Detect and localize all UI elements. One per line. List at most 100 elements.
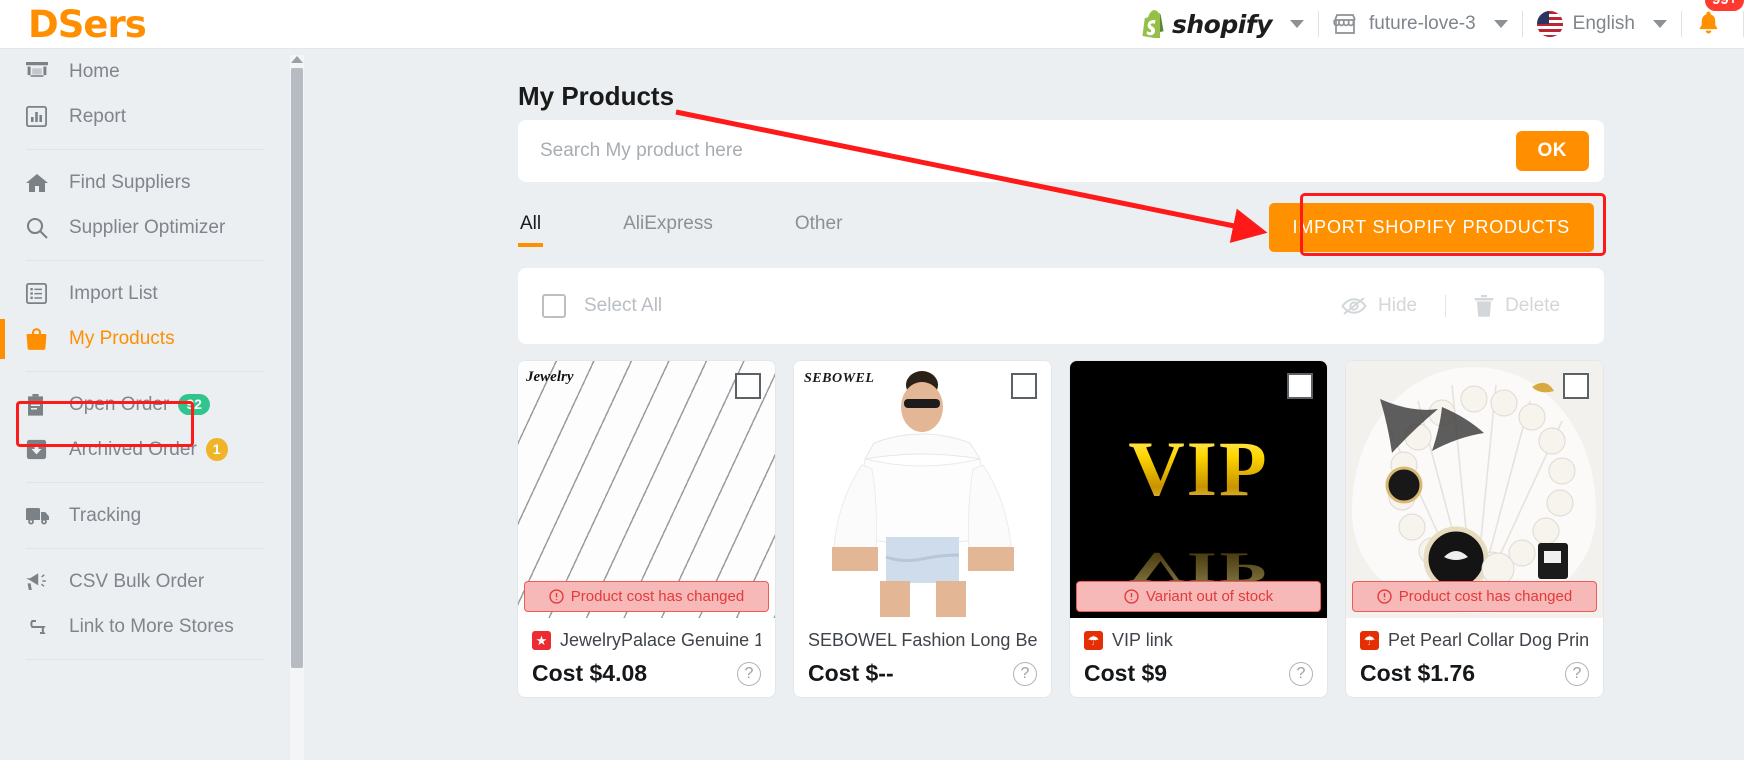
sidebar-item-link-to-more-stores[interactable]: Link to More Stores xyxy=(0,604,290,649)
product-title-row: ★ JewelryPalace Genuine 1 xyxy=(532,630,761,651)
sidebar-group-1: Home Report xyxy=(0,49,290,139)
top-bar: DSers shopify future-love-3 English xyxy=(0,0,1744,49)
delete-button[interactable]: Delete xyxy=(1474,295,1560,317)
eye-off-icon xyxy=(1341,296,1367,316)
help-icon[interactable]: ? xyxy=(1565,661,1589,686)
sidebar-item-label: Open Order xyxy=(69,393,170,415)
open-order-badge: 92 xyxy=(178,393,210,416)
select-all-checkbox[interactable] xyxy=(542,294,566,318)
truck-icon xyxy=(26,507,60,525)
product-artwork-vip: VIP VIP xyxy=(1070,361,1327,618)
hide-button[interactable]: Hide xyxy=(1341,295,1417,317)
language-selector[interactable]: English xyxy=(1523,9,1681,39)
us-flag-icon xyxy=(1536,11,1563,37)
chevron-down-icon[interactable] xyxy=(1493,20,1508,28)
search-input[interactable] xyxy=(540,120,1516,182)
product-card[interactable]: VIP VIP Variant out of stock ☂ VIP link … xyxy=(1070,361,1327,697)
product-cost-row: Cost $1.76 ? xyxy=(1360,660,1589,687)
product-checkbox[interactable] xyxy=(1563,373,1589,399)
product-title: JewelryPalace Genuine 1 xyxy=(560,630,761,650)
image-watermark: VIP xyxy=(1128,424,1269,512)
select-all-label: Select All xyxy=(584,295,663,316)
sidebar-item-tracking[interactable]: Tracking xyxy=(0,493,290,538)
product-info: SEBOWEL Fashion Long Bel Cost $-- ? xyxy=(794,618,1051,697)
sidebar-item-report[interactable]: Report xyxy=(0,94,290,139)
sidebar-item-my-products[interactable]: My Products xyxy=(0,316,290,361)
megaphone-icon xyxy=(26,572,60,591)
product-title: VIP link xyxy=(1112,630,1173,650)
product-alert-text: Variant out of stock xyxy=(1145,588,1274,605)
product-image[interactable]: Jewelry Product cost has changed xyxy=(518,361,775,618)
sidebar-item-import-list[interactable]: Import List xyxy=(0,271,290,316)
sidebar-item-csv-bulk-order[interactable]: CSV Bulk Order xyxy=(0,559,290,604)
product-info: ★ JewelryPalace Genuine 1 Cost $4.08 ? xyxy=(518,618,775,697)
sidebar-item-label: Import List xyxy=(69,282,158,304)
product-image[interactable]: VIP VIP Variant out of stock xyxy=(1070,361,1327,618)
sidebar-item-supplier-optimizer[interactable]: Supplier Optimizer xyxy=(0,205,290,250)
sidebar-item-find-suppliers[interactable]: Find Suppliers xyxy=(0,160,290,205)
image-watermark: SEBOWEL xyxy=(804,371,875,386)
product-artwork-chains xyxy=(518,361,775,618)
search-ok-button[interactable]: OK xyxy=(1515,131,1589,171)
storefront-icon xyxy=(1333,13,1357,35)
dsers-logo[interactable]: DSers xyxy=(28,3,147,46)
sidebar-item-label: My Products xyxy=(69,327,175,349)
scroll-up-arrow-icon[interactable] xyxy=(291,56,303,63)
aliexpress-icon: ☂ xyxy=(1084,631,1103,650)
image-watermark: Jewelry xyxy=(526,369,574,385)
product-cost-row: Cost $4.08 ? xyxy=(532,660,761,687)
bar-chart-icon xyxy=(26,106,60,127)
product-title-row: ☂ VIP link xyxy=(1084,630,1313,651)
product-info: ☂ VIP link Cost $9 ? xyxy=(1070,618,1327,697)
tab-aliexpress[interactable]: AliExpress xyxy=(621,213,715,247)
search-bar: OK xyxy=(518,120,1604,182)
sidebar-group-4: Open Order 92 Archived Order 1 xyxy=(0,382,290,472)
product-card[interactable]: Product cost has changed ☂ Pet Pearl Col… xyxy=(1346,361,1603,697)
product-alert-text: Product cost has changed xyxy=(1398,588,1573,605)
help-icon[interactable]: ? xyxy=(1013,661,1037,686)
product-alert-banner: Product cost has changed xyxy=(524,581,769,612)
sidebar-group-2: Find Suppliers Supplier Optimizer xyxy=(0,160,290,250)
sidebar-divider xyxy=(26,548,264,549)
house-icon xyxy=(26,173,60,193)
chevron-down-icon[interactable] xyxy=(1290,20,1304,28)
warning-icon xyxy=(1124,589,1139,604)
warning-icon xyxy=(1377,589,1392,604)
sidebar-item-label: Report xyxy=(69,105,127,127)
sidebar-item-label: Find Suppliers xyxy=(69,171,191,193)
notifications-button[interactable]: 99+ xyxy=(1682,0,1744,40)
sidebar-divider xyxy=(26,482,264,483)
product-card[interactable]: Jewelry Product cost has changed ★ Jewel… xyxy=(518,361,775,697)
sidebar-item-home[interactable]: Home xyxy=(0,49,290,94)
list-icon xyxy=(26,283,60,304)
store-selector[interactable]: future-love-3 xyxy=(1319,9,1522,39)
product-title-row: SEBOWEL Fashion Long Bel xyxy=(808,630,1037,651)
product-checkbox[interactable] xyxy=(735,373,761,399)
product-checkbox[interactable] xyxy=(1011,373,1037,399)
product-card[interactable]: SEBOWEL SEBOWEL Fashion Long Bel Cost $-… xyxy=(794,361,1051,697)
product-cost: Cost $9 xyxy=(1084,660,1168,686)
sidebar-item-archived-order[interactable]: Archived Order 1 xyxy=(0,427,290,472)
product-checkbox[interactable] xyxy=(1287,373,1313,399)
sidebar-group-3: Import List My Products xyxy=(0,271,290,361)
product-image[interactable]: SEBOWEL xyxy=(794,361,1051,618)
aliexpress-icon: ☂ xyxy=(1360,631,1379,650)
product-title: SEBOWEL Fashion Long Bel xyxy=(808,630,1037,650)
sidebar-item-open-order[interactable]: Open Order 92 xyxy=(0,382,290,427)
platform-selector[interactable]: shopify xyxy=(1128,9,1318,39)
tab-all[interactable]: All xyxy=(518,213,544,247)
sidebar-scrollbar-thumb[interactable] xyxy=(291,68,303,668)
product-artwork-pearl xyxy=(1346,361,1603,618)
sidebar-item-label: CSV Bulk Order xyxy=(69,570,205,592)
chevron-down-icon[interactable] xyxy=(1653,20,1667,28)
product-cost: Cost $1.76 xyxy=(1360,660,1476,686)
help-icon[interactable]: ? xyxy=(737,661,761,686)
sidebar-item-label: Supplier Optimizer xyxy=(69,216,226,238)
warning-icon xyxy=(549,589,564,604)
import-shopify-products-button[interactable]: IMPORT SHOPIFY PRODUCTS xyxy=(1268,203,1594,252)
sidebar-item-label: Tracking xyxy=(69,504,142,526)
product-image[interactable]: Product cost has changed xyxy=(1346,361,1603,618)
search-icon xyxy=(26,217,60,239)
help-icon[interactable]: ? xyxy=(1289,661,1313,686)
tab-other[interactable]: Other xyxy=(793,213,845,247)
